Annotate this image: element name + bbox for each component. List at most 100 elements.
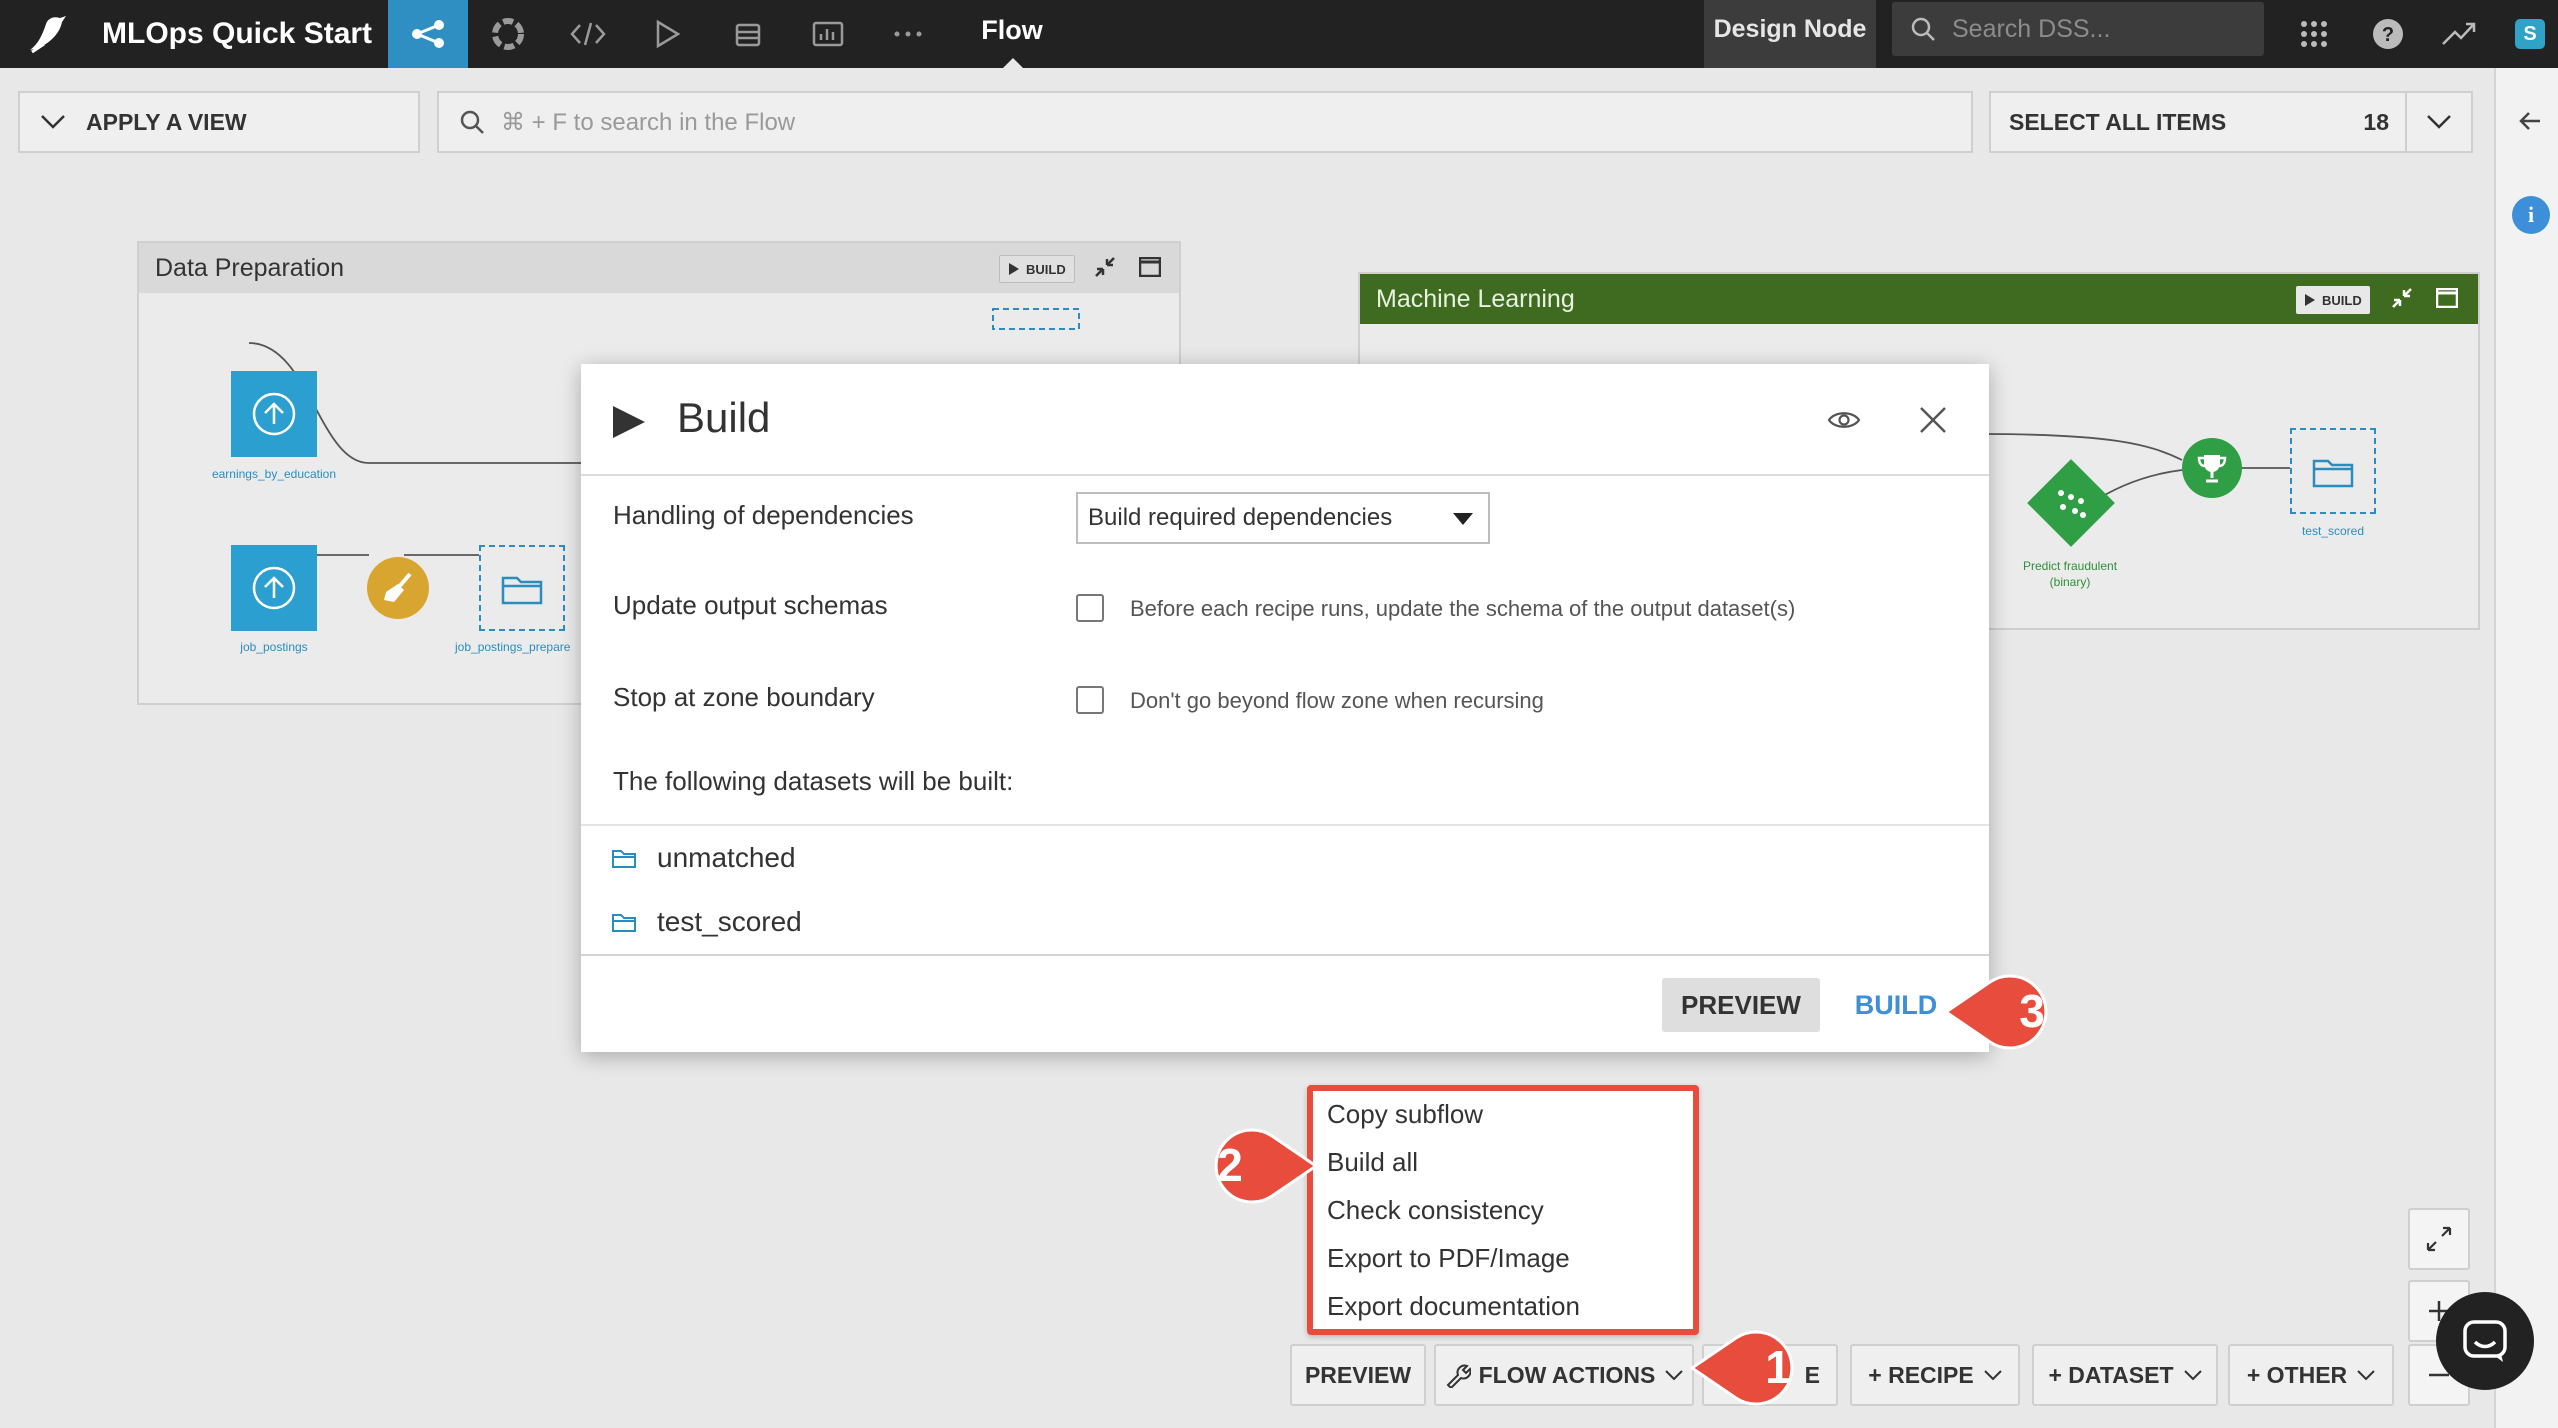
dataset-label-job-postings[interactable]: job_postings xyxy=(191,640,357,654)
dependencies-label: Handling of dependencies xyxy=(613,500,914,530)
menu-item-export-pdf[interactable]: Export to PDF/Image xyxy=(1327,1243,1570,1274)
callout-1: 1 xyxy=(1688,1326,1820,1410)
modal-title: Build xyxy=(677,394,771,441)
wiki-stack-icon[interactable] xyxy=(708,0,788,68)
dataset-label-test-scored[interactable]: test_scored xyxy=(2250,524,2416,538)
collapse-zone-icon[interactable] xyxy=(2390,286,2414,310)
wrench-icon xyxy=(1445,1362,1471,1388)
add-dataset-button[interactable]: + DATASET xyxy=(2032,1344,2218,1406)
add-recipe-button[interactable]: + RECIPE xyxy=(1850,1344,2020,1406)
build-button[interactable]: BUILD xyxy=(1841,978,1951,1032)
model-label-line2: (binary) xyxy=(2049,575,2091,589)
menu-item-export-documentation[interactable]: Export documentation xyxy=(1327,1291,1580,1322)
dataset-list-divider xyxy=(581,824,1989,826)
active-tab-caret xyxy=(1003,58,1023,68)
zone-build-button[interactable]: BUILD xyxy=(2296,286,2370,314)
upload-dataset-job-postings-icon[interactable] xyxy=(231,545,317,631)
project-title[interactable]: MLOps Quick Start xyxy=(102,0,372,68)
dataset-name: unmatched xyxy=(657,842,796,873)
global-search-placeholder: Search DSS... xyxy=(1952,14,2111,43)
add-dataset-label: + DATASET xyxy=(2048,1361,2174,1388)
apps-grid-icon[interactable] xyxy=(2292,0,2336,68)
flow-actions-button[interactable]: FLOW ACTIONS xyxy=(1434,1344,1694,1406)
flow-nav-icon[interactable] xyxy=(388,0,468,68)
menu-item-build-all[interactable]: Build all xyxy=(1327,1147,1418,1178)
design-node-badge: Design Node xyxy=(1704,0,1876,68)
code-nav-icon[interactable] xyxy=(548,0,628,68)
flow-actions-menu: Copy subflow Build all Check consistency… xyxy=(1307,1085,1699,1335)
zone-build-label: BUILD xyxy=(2322,292,2362,308)
build-modal: Build Handling of dependencies Build req… xyxy=(581,364,1989,1052)
lab-nav-icon[interactable] xyxy=(468,0,548,68)
callout-number: 3 xyxy=(2019,985,2045,1037)
datasets-heading: The following datasets will be built: xyxy=(613,766,1014,796)
modal-footer-divider xyxy=(581,954,1989,956)
info-icon[interactable]: i xyxy=(2512,196,2550,234)
folder-icon xyxy=(611,911,637,933)
dataset-list-item: test_scored xyxy=(611,906,802,938)
chevron-down-icon xyxy=(40,114,66,130)
avatar-initial: S xyxy=(2515,19,2545,49)
menu-item-copy-subflow[interactable]: Copy subflow xyxy=(1327,1099,1483,1130)
zone-build-label: BUILD xyxy=(1026,261,1066,277)
update-schemas-checkbox[interactable] xyxy=(1076,594,1104,622)
fit-to-screen-button[interactable] xyxy=(2408,1208,2470,1270)
zone-build-button[interactable]: BUILD xyxy=(999,255,1075,283)
dataset-label-earnings[interactable]: earnings_by_education xyxy=(191,467,357,481)
dataiku-bird-logo-icon[interactable] xyxy=(22,0,74,68)
chevron-down-icon xyxy=(1665,1369,1684,1381)
add-recipe-label: + RECIPE xyxy=(1868,1361,1974,1388)
model-label[interactable]: Predict fraudulent (binary) xyxy=(1992,558,2148,590)
dashboard-nav-icon[interactable] xyxy=(788,0,868,68)
callout-number: 1 xyxy=(1765,1341,1791,1393)
close-icon[interactable] xyxy=(1919,406,1947,434)
callout-2: 2 xyxy=(1188,1124,1320,1208)
apply-view-dropdown[interactable]: APPLY A VIEW xyxy=(18,91,420,153)
svg-text:?: ? xyxy=(2382,24,2394,46)
flow-edge xyxy=(1979,433,2183,461)
add-other-button[interactable]: + OTHER xyxy=(2228,1344,2394,1406)
jobs-play-icon[interactable] xyxy=(628,0,708,68)
dependencies-select[interactable]: Build required dependencies xyxy=(1076,492,1490,544)
select-dropdown-chevron-icon[interactable] xyxy=(2405,93,2471,151)
top-navigation-bar: MLOps Quick Start Flow Design Node Searc… xyxy=(0,0,2558,68)
help-icon[interactable]: ? xyxy=(2366,0,2410,68)
modal-header-divider xyxy=(581,474,1989,476)
user-avatar[interactable]: S xyxy=(2508,0,2552,68)
chevron-down-icon xyxy=(2357,1369,2375,1381)
select-all-items-button[interactable]: SELECT ALL ITEMS 18 xyxy=(1989,91,2473,153)
folder-icon xyxy=(611,847,637,869)
caret-down-icon xyxy=(1452,512,1474,526)
flow-search-input[interactable]: ⌘ + F to search in the Flow xyxy=(437,91,1973,153)
maximize-zone-icon[interactable] xyxy=(1139,257,1161,277)
chevron-down-icon xyxy=(1984,1369,2002,1381)
stop-boundary-checkbox[interactable] xyxy=(1076,686,1104,714)
chat-icon xyxy=(2463,1320,2507,1362)
folder-dataset-test-scored-icon[interactable] xyxy=(2290,428,2376,514)
model-label-line1: Predict fraudulent xyxy=(2022,559,2118,573)
collapse-panel-arrow-icon[interactable] xyxy=(2518,110,2542,132)
dataset-placeholder xyxy=(992,308,1080,330)
select-all-label: SELECT ALL ITEMS xyxy=(2009,108,2227,135)
chat-support-button[interactable] xyxy=(2436,1292,2534,1390)
maximize-zone-icon[interactable] xyxy=(2436,288,2458,308)
global-search-input[interactable]: Search DSS... xyxy=(1892,2,2264,56)
menu-item-check-consistency[interactable]: Check consistency xyxy=(1327,1195,1544,1226)
score-recipe-trophy-icon[interactable] xyxy=(2182,438,2242,498)
search-icon xyxy=(459,109,485,135)
folder-dataset-job-postings-prepared-icon[interactable] xyxy=(479,545,565,631)
upload-dataset-earnings-icon[interactable] xyxy=(231,371,317,457)
more-options-icon[interactable] xyxy=(868,0,948,68)
eye-preview-icon[interactable] xyxy=(1827,408,1861,432)
preview-button[interactable]: PREVIEW xyxy=(1662,978,1820,1032)
dataset-list-item: unmatched xyxy=(611,842,796,874)
collapse-zone-icon[interactable] xyxy=(1093,255,1117,279)
trend-activity-icon[interactable] xyxy=(2434,0,2484,68)
bottom-preview-button[interactable]: PREVIEW xyxy=(1290,1344,1426,1406)
flow-actions-label: FLOW ACTIONS xyxy=(1478,1361,1656,1388)
prepare-recipe-broom-icon[interactable] xyxy=(367,557,429,619)
schemas-label: Update output schemas xyxy=(613,590,888,620)
dataset-name: test_scored xyxy=(657,906,802,937)
zone-title: Data Preparation xyxy=(155,253,345,282)
stop-boundary-label: Stop at zone boundary xyxy=(613,682,875,712)
